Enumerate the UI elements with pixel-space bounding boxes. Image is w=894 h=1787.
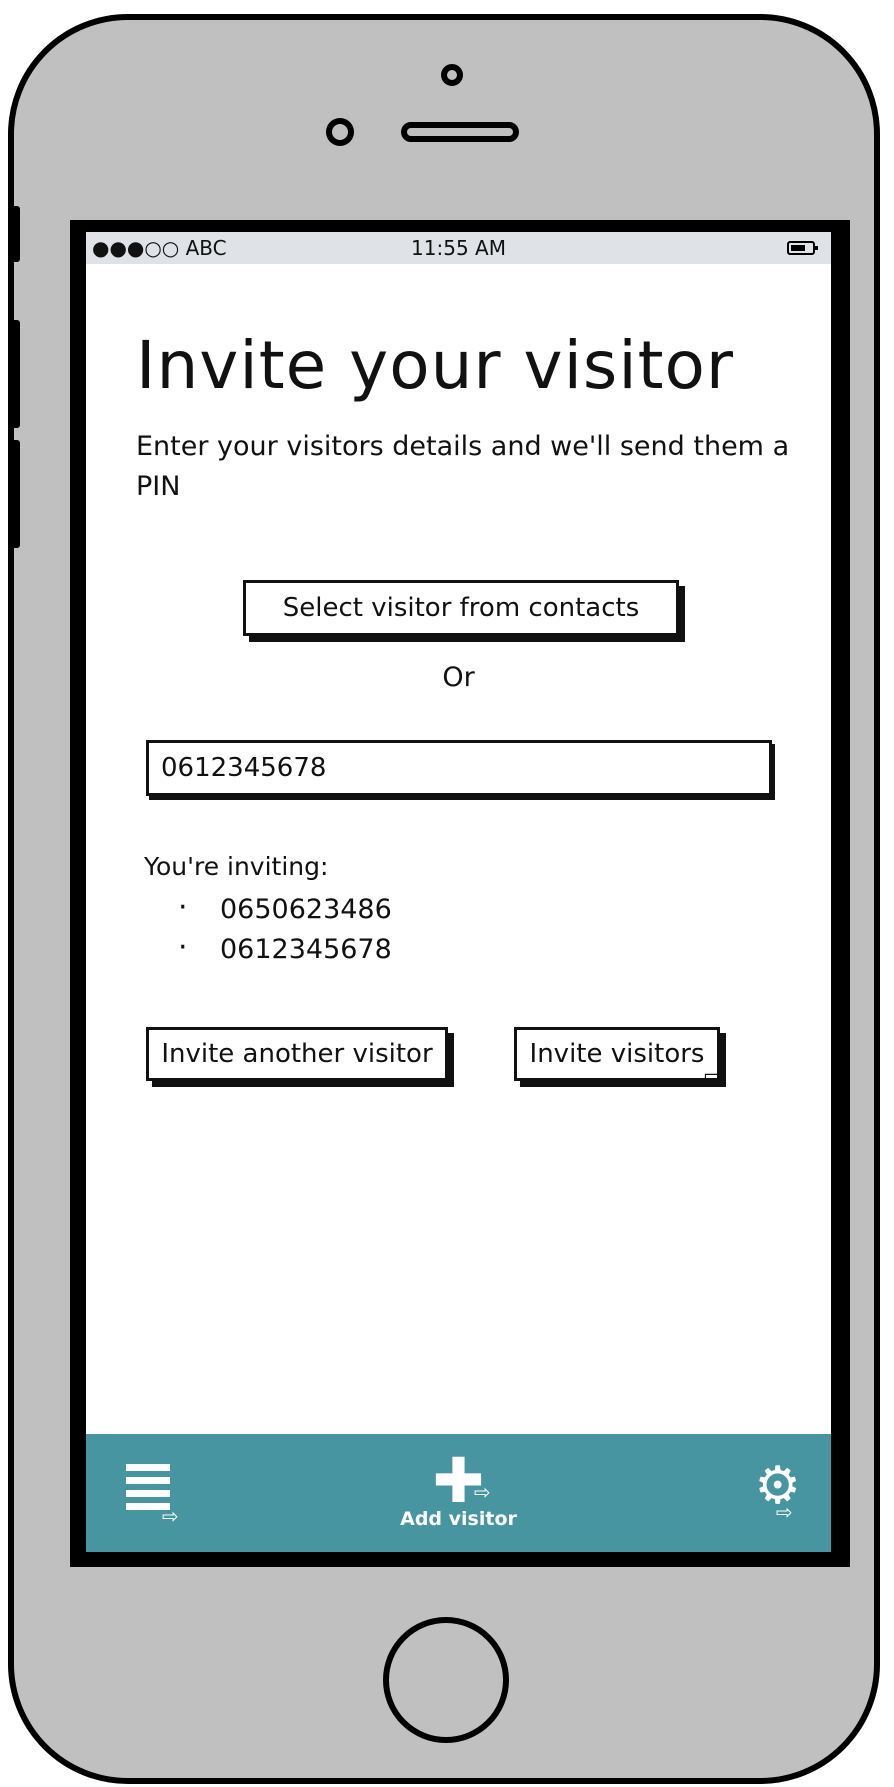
phone-volume-up <box>8 320 20 428</box>
tab-bar: ⇨ ✚ Add visitor ⇨ ⚙ ⇨ <box>86 1434 831 1552</box>
tab-add-visitor[interactable]: ✚ Add visitor <box>86 1444 831 1531</box>
link-arrow-icon: ⇨ <box>704 1062 725 1090</box>
link-arrow-icon: ⇨ <box>776 1500 793 1524</box>
invited-number: 0612345678 <box>178 928 392 970</box>
invited-list: 0650623486 0612345678 <box>178 888 392 970</box>
app-screen: ●●●○○ ABC 11:55 AM Invite your visitor E… <box>86 232 831 1552</box>
phone-mute-switch <box>8 206 20 262</box>
status-time: 11:55 AM <box>411 236 506 260</box>
link-arrow-icon: ⇨ <box>474 1480 491 1504</box>
phone-volume-down <box>8 440 20 548</box>
battery-icon <box>787 241 818 255</box>
front-camera <box>441 64 463 86</box>
phone-screen: ●●●○○ ABC 11:55 AM Invite your visitor E… <box>70 220 850 1567</box>
phone-number-input[interactable] <box>146 740 772 796</box>
invited-number: 0650623486 <box>178 888 392 930</box>
page-title: Invite your visitor <box>136 327 735 404</box>
proximity-sensor <box>326 118 354 146</box>
select-from-contacts-button[interactable]: Select visitor from contacts <box>243 580 679 636</box>
earpiece-speaker <box>401 122 519 142</box>
page-description: Enter your visitors details and we'll se… <box>136 431 790 502</box>
home-button[interactable] <box>383 1617 509 1743</box>
tab-add-visitor-label: Add visitor <box>400 1508 517 1530</box>
inviting-label: You're inviting: <box>144 852 329 881</box>
or-separator: Or <box>442 662 475 693</box>
plus-icon: ✚ <box>432 1444 485 1517</box>
invite-visitors-button[interactable]: Invite visitors <box>514 1027 720 1081</box>
invite-another-visitor-button[interactable]: Invite another visitor <box>146 1027 448 1081</box>
status-bar: ●●●○○ ABC 11:55 AM <box>86 232 831 264</box>
